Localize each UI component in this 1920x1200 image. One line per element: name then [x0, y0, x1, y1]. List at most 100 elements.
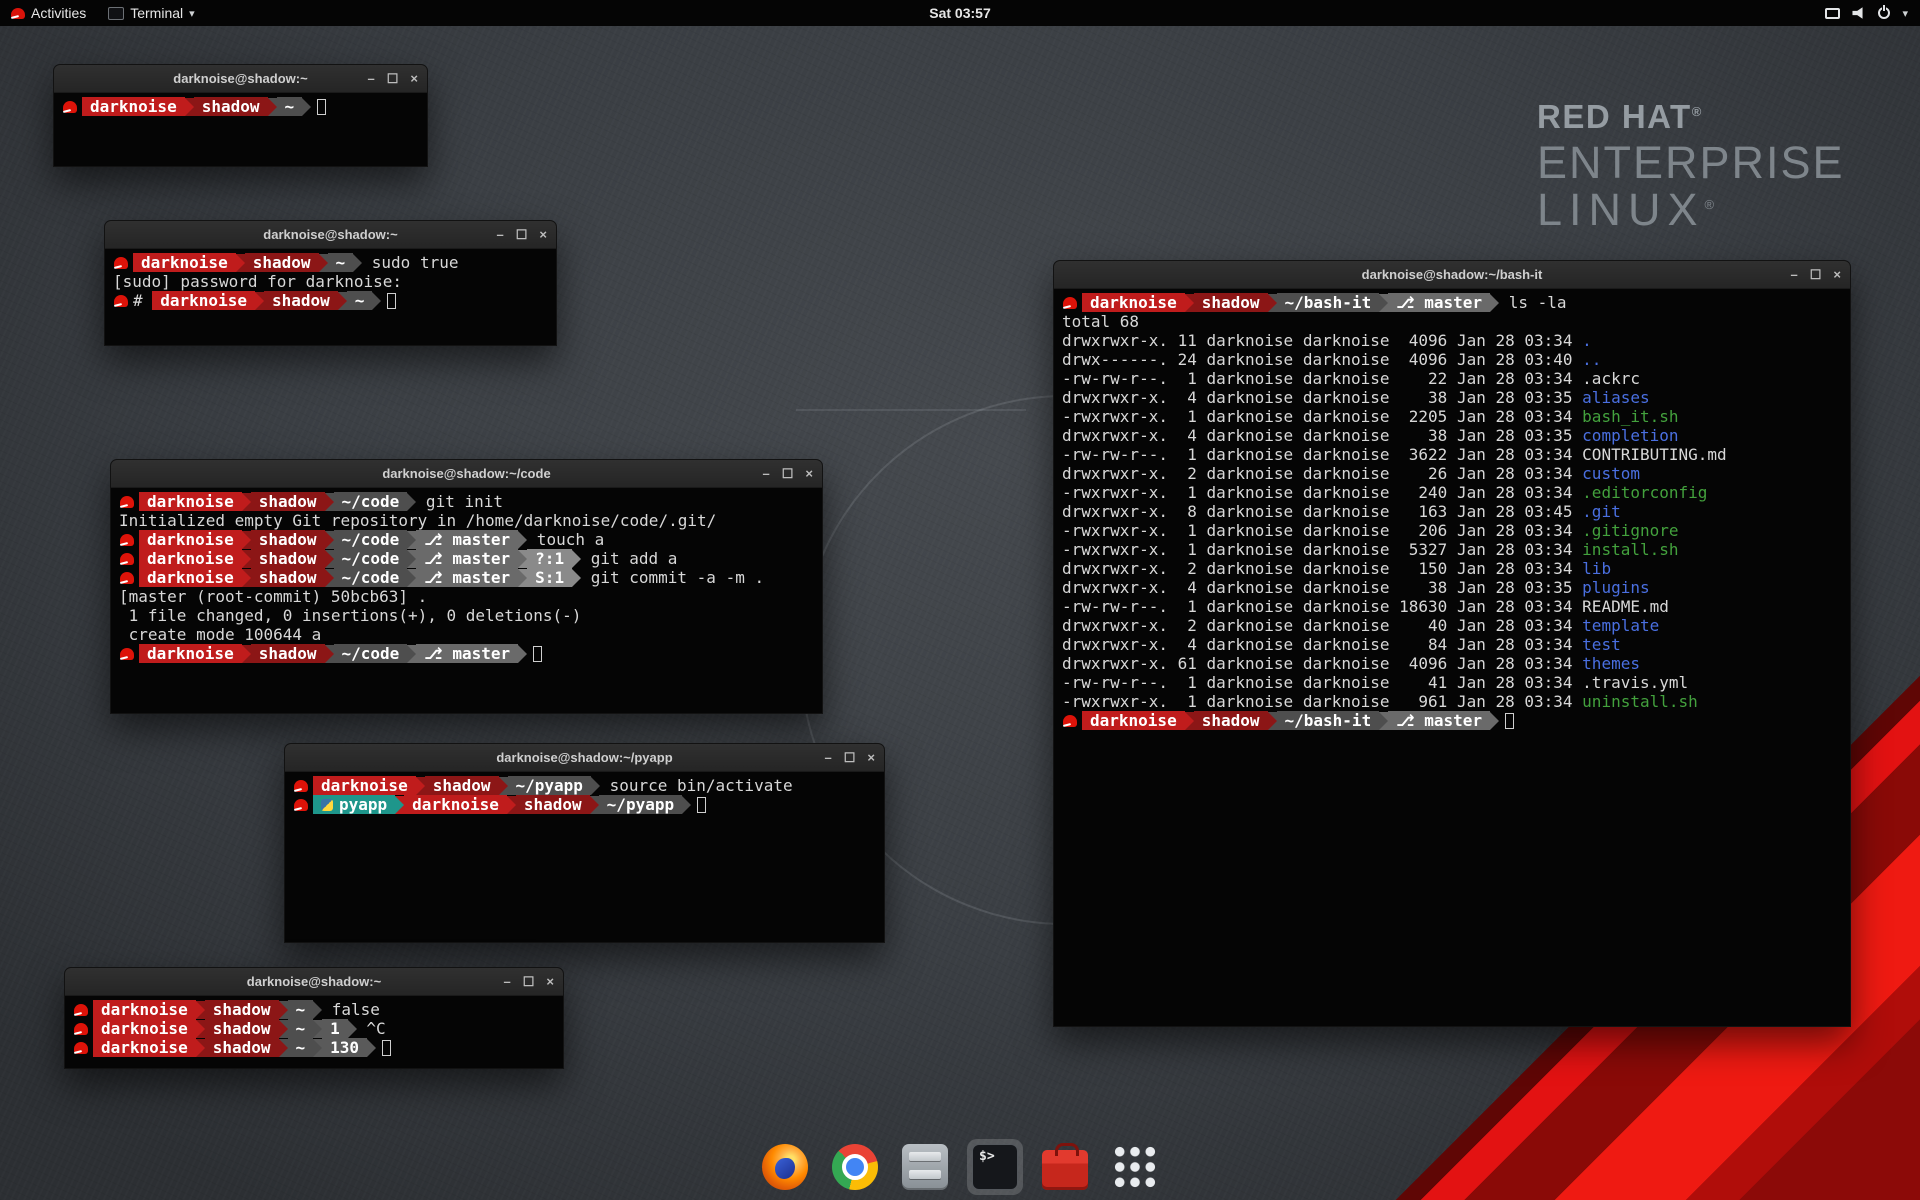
terminal-line: create mode 100644 a [119, 625, 814, 644]
terminal-content[interactable]: darknoiseshadow~ sudo true[sudo] passwor… [105, 249, 556, 314]
segment-separator [1490, 712, 1499, 730]
window-titlebar[interactable]: darknoise@shadow:~–☐× [54, 65, 427, 93]
terminal-text: git add a [581, 549, 677, 568]
segment-separator [319, 254, 328, 272]
close-button[interactable]: × [867, 751, 875, 764]
minimize-button[interactable]: – [497, 228, 504, 241]
terminal-line: 1 file changed, 0 insertions(+), 0 delet… [119, 606, 814, 625]
window-titlebar[interactable]: darknoise@shadow:~–☐× [105, 221, 556, 249]
prompt-segment-path: ~ [288, 1038, 314, 1057]
terminal-content[interactable]: darknoiseshadow~/code git initInitialize… [111, 488, 822, 667]
prompt-segment-user: darknoise [82, 97, 185, 116]
maximize-button[interactable]: ☐ [782, 467, 794, 480]
terminal-text: -rw-rw-r--. 1 darknoise darknoise 18630 … [1062, 597, 1669, 616]
terminal-cursor [697, 797, 706, 813]
chevron-down-icon: ▾ [189, 7, 195, 20]
segment-separator [682, 796, 691, 814]
redhat-prompt-icon [294, 780, 308, 792]
window-titlebar[interactable]: darknoise@shadow:~/code–☐× [111, 460, 822, 488]
segment-separator [1268, 712, 1277, 730]
segment-separator [1379, 712, 1388, 730]
maximize-button[interactable]: ☐ [516, 228, 528, 241]
segment-separator [1185, 712, 1194, 730]
redhat-prompt-icon [114, 257, 128, 269]
segment-separator [590, 796, 599, 814]
terminal-line: -rw-rw-r--. 1 darknoise darknoise 3622 J… [1062, 445, 1842, 464]
toolbox-icon [1042, 1150, 1088, 1190]
terminal-window: darknoise@shadow:~/code–☐×darknoiseshado… [110, 459, 823, 714]
app-menu-label: Terminal [130, 5, 183, 21]
prompt-segment-user: darknoise [1082, 293, 1185, 312]
terminal-text: -rw-rw-r--. 1 darknoise darknoise 22 Jan… [1062, 369, 1640, 388]
dock-item-files[interactable] [897, 1139, 953, 1195]
terminal-window: darknoise@shadow:~–☐×darknoiseshadow~ fa… [64, 967, 564, 1069]
minimize-button[interactable]: – [368, 72, 375, 85]
system-status-area[interactable]: ▾ [1825, 0, 1920, 26]
maximize-button[interactable]: ☐ [1810, 268, 1822, 281]
prompt-segment-path: ~ [328, 253, 354, 272]
terminal-line: drwxrwxr-x. 2 darknoise darknoise 40 Jan… [1062, 616, 1842, 635]
clock[interactable]: Sat 03:57 [919, 0, 1000, 26]
terminal-text: lib [1582, 559, 1611, 578]
minimize-button[interactable]: – [1791, 268, 1798, 281]
terminal-text: -rw-rw-r--. 1 darknoise darknoise 41 Jan… [1062, 673, 1688, 692]
maximize-button[interactable]: ☐ [523, 975, 535, 988]
terminal-line: darknoiseshadow~ false [73, 1000, 555, 1019]
segment-separator [499, 777, 508, 795]
prompt-segment-path: ~ [288, 1000, 314, 1019]
terminal-text: -rwxrwxr-x. 1 darknoise darknoise 961 Ja… [1062, 692, 1582, 711]
terminal-text: -rwxrwxr-x. 1 darknoise darknoise 240 Ja… [1062, 483, 1582, 502]
dock-item-firefox[interactable] [757, 1139, 813, 1195]
prompt-segment-host: shadow [1194, 293, 1268, 312]
redhat-prompt-icon [120, 534, 134, 546]
terminal-content[interactable]: darknoiseshadow~/bash-it⎇ master ls -lat… [1054, 289, 1850, 734]
close-button[interactable]: × [1833, 268, 1841, 281]
window-titlebar[interactable]: darknoise@shadow:~/pyapp–☐× [285, 744, 884, 772]
minimize-button[interactable]: – [763, 467, 770, 480]
terminal-cursor [317, 99, 326, 115]
window-title: darknoise@shadow:~/bash-it [1362, 267, 1543, 282]
segment-separator [591, 777, 600, 795]
redhat-prompt-icon [74, 1004, 88, 1016]
terminal-content[interactable]: darknoiseshadow~ falsedarknoiseshadow~1 … [65, 996, 563, 1061]
terminal-window: darknoise@shadow:~–☐×darknoiseshadow~ su… [104, 220, 557, 346]
dock-item-terminal[interactable]: $> [967, 1139, 1023, 1195]
terminal-line: -rwxrwxr-x. 1 darknoise darknoise 2205 J… [1062, 407, 1842, 426]
segment-separator [325, 550, 334, 568]
activities-button[interactable]: Activities [0, 0, 97, 26]
terminal-text: drwxrwxr-x. 4 darknoise darknoise 38 Jan… [1062, 578, 1582, 597]
terminal-cursor [1505, 713, 1514, 729]
app-menu-terminal[interactable]: Terminal ▾ [97, 0, 205, 26]
close-button[interactable]: × [410, 72, 418, 85]
dock-item-toolbox[interactable] [1037, 1139, 1093, 1195]
close-button[interactable]: × [539, 228, 547, 241]
minimize-button[interactable]: – [504, 975, 511, 988]
segment-separator [338, 292, 347, 310]
display-icon [1825, 8, 1840, 19]
window-titlebar[interactable]: darknoise@shadow:~/bash-it –☐ × [1054, 261, 1850, 289]
terminal-text: drwxrwxr-x. 2 darknoise darknoise 40 Jan… [1062, 616, 1582, 635]
prompt-segment-path: ~/bash-it [1277, 293, 1380, 312]
window-titlebar[interactable]: darknoise@shadow:~–☐× [65, 968, 563, 996]
minimize-button[interactable]: – [825, 751, 832, 764]
maximize-button[interactable]: ☐ [387, 72, 399, 85]
power-icon [1878, 7, 1890, 19]
close-button[interactable]: × [546, 975, 554, 988]
prompt-segment-path: ~/code [334, 644, 408, 663]
terminal-line: drwxrwxr-x. 4 darknoise darknoise 84 Jan… [1062, 635, 1842, 654]
close-button[interactable]: × [805, 467, 813, 480]
segment-separator [507, 796, 516, 814]
terminal-text: touch a [527, 530, 604, 549]
terminal-content[interactable]: darknoiseshadow~ [54, 93, 427, 120]
maximize-button[interactable]: ☐ [844, 751, 856, 764]
prompt-segment-host: shadow [251, 568, 325, 587]
terminal-content[interactable]: darknoiseshadow~/pyapp source bin/activa… [285, 772, 884, 818]
prompt-segment-path: ~/code [334, 492, 408, 511]
dock-item-chrome[interactable] [827, 1139, 883, 1195]
prompt-segment-host: shadow [1194, 711, 1268, 730]
segment-separator [572, 569, 581, 587]
segment-separator [279, 1020, 288, 1038]
terminal-text: completion [1582, 426, 1678, 445]
terminal-line: drwxrwxr-x. 4 darknoise darknoise 38 Jan… [1062, 388, 1842, 407]
dock-item-appgrid[interactable] [1107, 1139, 1163, 1195]
